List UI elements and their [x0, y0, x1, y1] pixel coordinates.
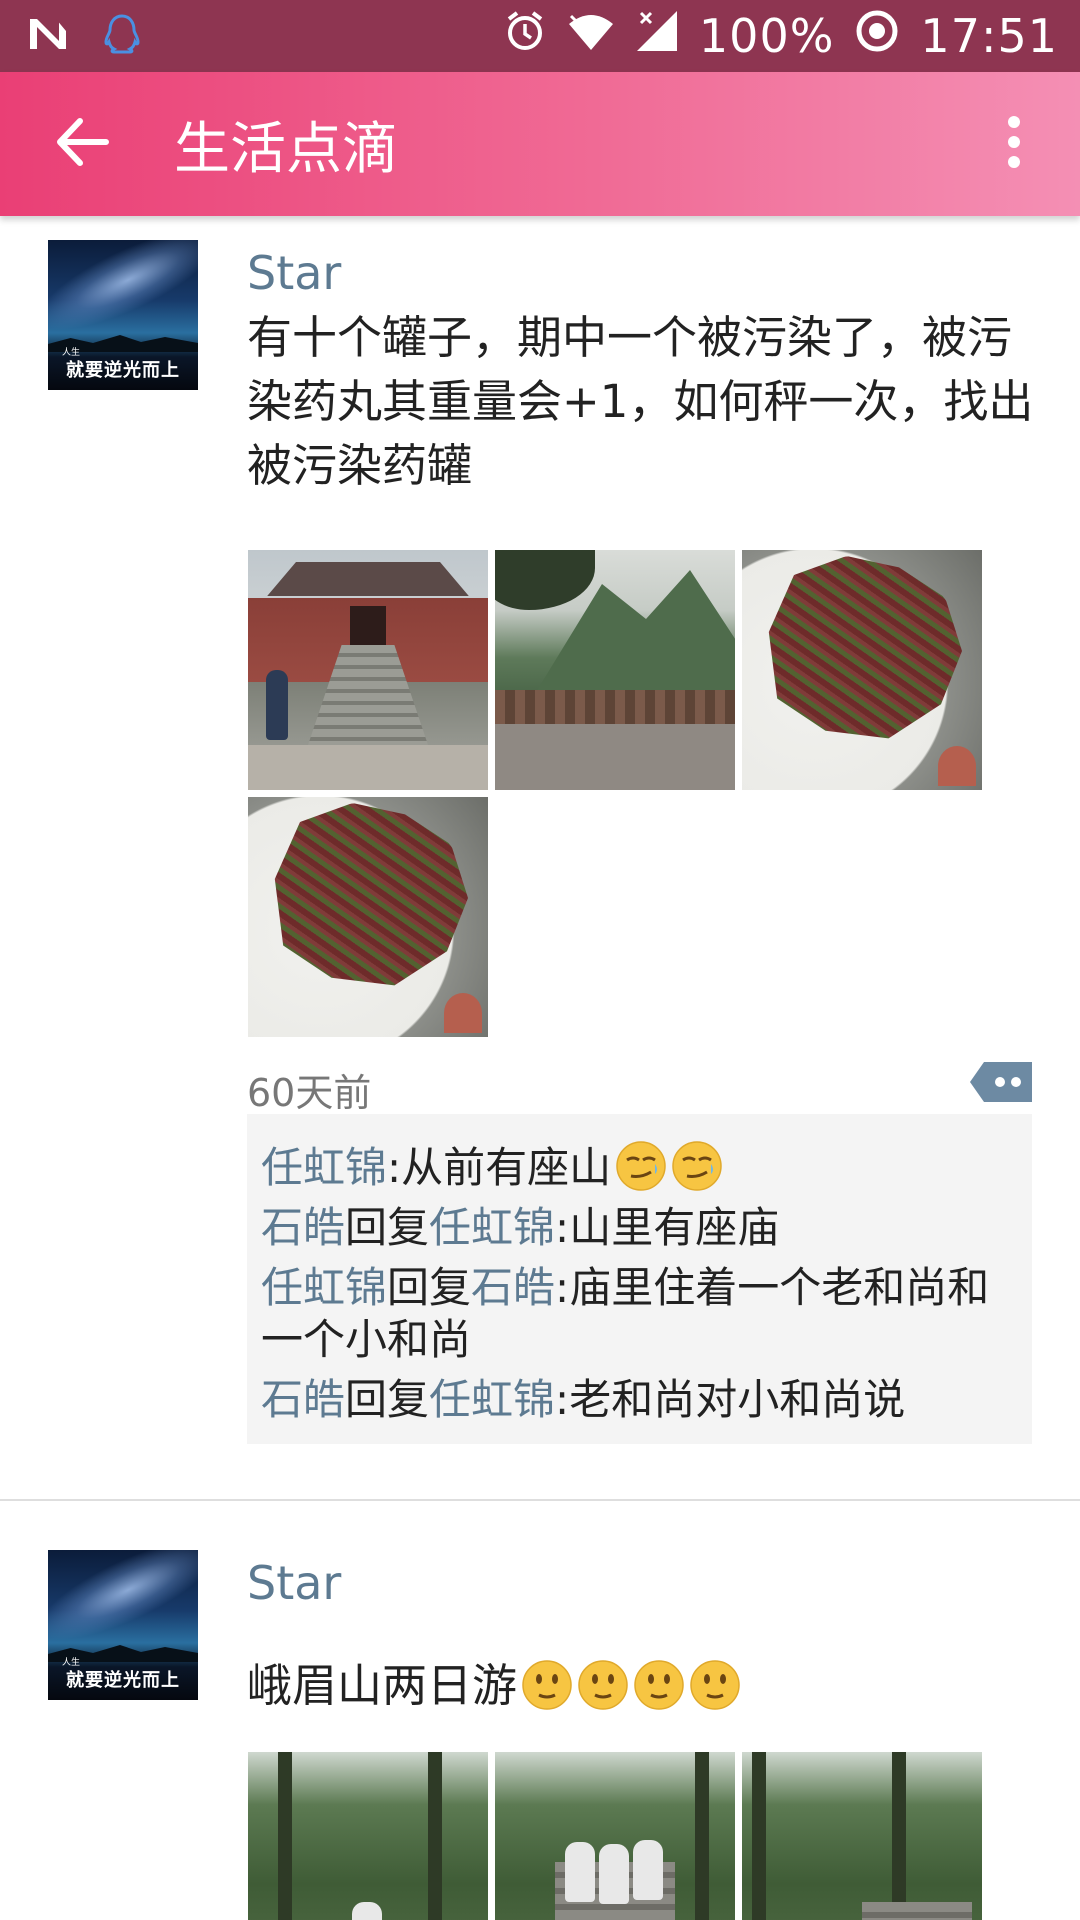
back-button[interactable] — [52, 114, 112, 174]
clock: 17:51 — [920, 9, 1058, 63]
shy-smile-emoji — [521, 1659, 573, 1711]
mountain-railing-photo[interactable] — [495, 550, 735, 790]
avatar-caption: 就要逆光而上 — [66, 360, 180, 381]
comment-button[interactable] — [970, 1062, 1032, 1102]
comment-item[interactable]: 任虹锦回复石皓:庙里住着一个老和尚和一个小和尚 — [261, 1262, 1018, 1366]
post-username[interactable]: Star — [247, 1556, 341, 1610]
qq-penguin-icon — [102, 13, 142, 59]
alarm-icon — [503, 9, 547, 64]
salad-photo[interactable] — [742, 550, 982, 790]
page-title: 生活点滴 — [174, 116, 398, 182]
comment-item[interactable]: 任虹锦:从前有座山 — [261, 1140, 1018, 1194]
comment-item[interactable]: 石皓回复任虹锦:山里有座庙 — [261, 1202, 1018, 1254]
battery-percent: 100% — [698, 9, 835, 63]
reply-target[interactable]: 任虹锦 — [429, 1203, 555, 1252]
post-username[interactable]: Star — [247, 246, 341, 300]
post-time: 60天前 — [247, 1071, 372, 1115]
comment-author[interactable]: 石皓 — [261, 1375, 345, 1424]
comment-text: 从前有座山 — [401, 1143, 612, 1192]
status-bar: 100% 17:51 — [0, 0, 1080, 72]
shy-smile-emoji — [633, 1659, 685, 1711]
comment-text: 老和尚对小和尚说 — [569, 1375, 906, 1424]
comment-text: 山里有座庙 — [569, 1203, 780, 1252]
reply-label: 回复 — [387, 1263, 472, 1312]
avatar[interactable]: 人生 就要逆光而上 — [48, 1550, 198, 1700]
shy-smile-emoji — [577, 1659, 629, 1711]
avatar-caption: 就要逆光而上 — [66, 1670, 180, 1691]
post-text: 峨眉山两日游 — [247, 1654, 1037, 1718]
forest-trail-photo[interactable] — [742, 1752, 982, 1920]
forest-path-photo[interactable] — [248, 1752, 488, 1920]
smirk-emoji — [615, 1140, 667, 1192]
photo-grid — [248, 550, 983, 1037]
reply-target[interactable]: 石皓 — [471, 1263, 555, 1312]
post-divider — [0, 1499, 1080, 1501]
n-logo-icon — [28, 17, 68, 55]
reply-label: 回复 — [345, 1375, 430, 1424]
comment-author[interactable]: 任虹锦 — [261, 1143, 387, 1192]
app-bar: 生活点滴 — [0, 72, 1080, 216]
smirk-emoji — [671, 1140, 723, 1192]
reply-target[interactable]: 任虹锦 — [429, 1375, 555, 1424]
salad-photo[interactable] — [248, 797, 488, 1037]
post-text-content: 峨眉山两日游 — [247, 1659, 518, 1712]
wifi-icon — [567, 9, 615, 63]
comment-bubble-icon — [970, 1062, 1032, 1106]
comment-author[interactable]: 石皓 — [261, 1203, 345, 1252]
post-text: 有十个罐子，期中一个被污染了，被污染药丸其重量会+1，如何秤一次，找出被污染药罐 — [247, 311, 1034, 492]
comment-item[interactable]: 石皓回复任虹锦:老和尚对小和尚说 — [261, 1374, 1018, 1426]
temple-photo[interactable] — [248, 550, 488, 790]
avatar[interactable]: 人生 就要逆光而上 — [48, 240, 198, 390]
shy-smile-emoji — [689, 1659, 741, 1711]
cell-signal-icon — [635, 9, 679, 64]
more-options-button[interactable] — [984, 114, 1044, 174]
reply-label: 回复 — [345, 1203, 430, 1252]
comment-list: 任虹锦:从前有座山 石皓回复任虹锦:山里有座庙 任虹锦回复石皓:庙里住着一个老和… — [247, 1114, 1032, 1444]
comment-author[interactable]: 任虹锦 — [261, 1263, 387, 1312]
more-vert-icon — [1004, 114, 1024, 174]
arrow-back-icon — [54, 117, 110, 171]
group-stairs-photo[interactable] — [495, 1752, 735, 1920]
photo-grid — [248, 1752, 983, 1920]
sync-ring-icon — [854, 8, 900, 65]
